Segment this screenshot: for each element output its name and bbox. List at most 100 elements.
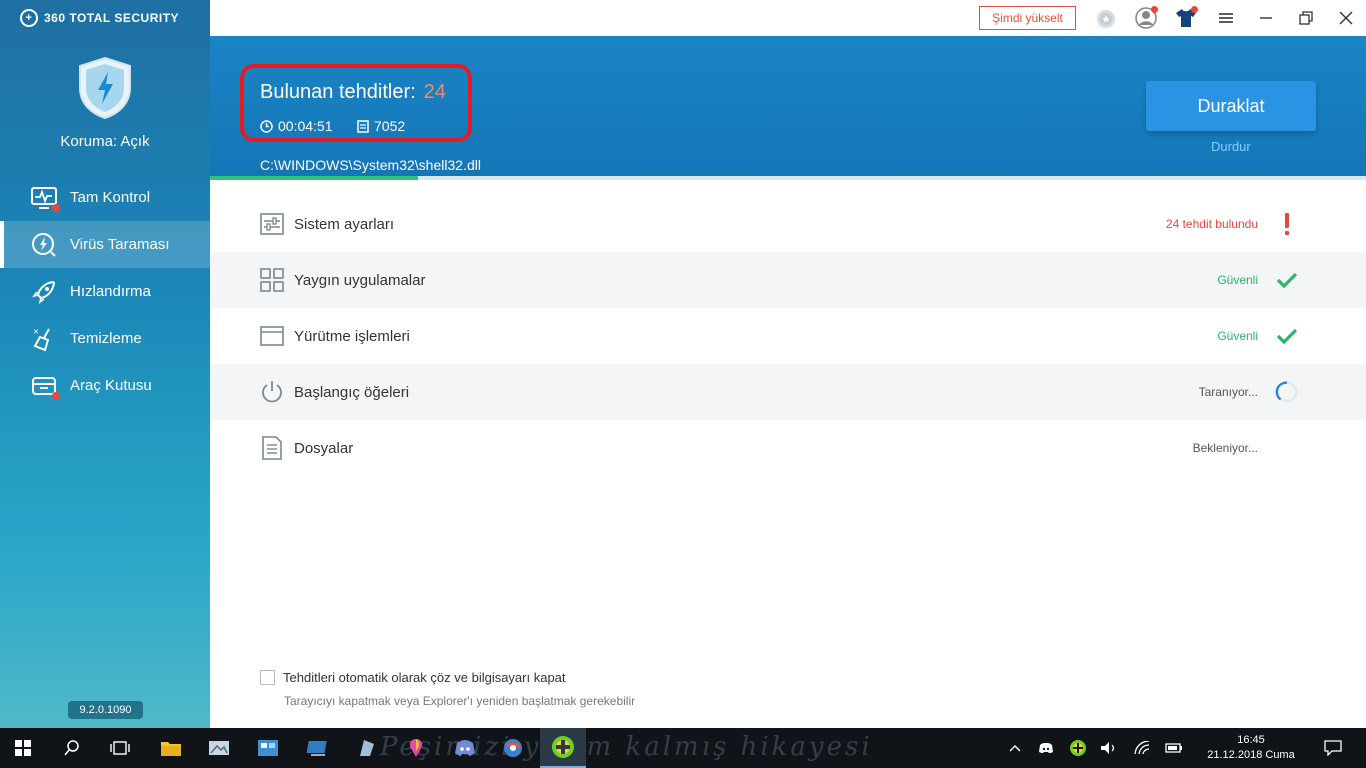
menu-icon[interactable] bbox=[1211, 6, 1241, 30]
taskbar: Peşimizi yarım kalmış hikayesi 16:45 21.… bbox=[0, 728, 1366, 768]
shirt-icon[interactable] bbox=[1174, 6, 1198, 30]
window-icon bbox=[260, 326, 284, 346]
chevron-up-icon[interactable] bbox=[1002, 728, 1028, 768]
svg-text:✕: ✕ bbox=[33, 329, 39, 336]
scan-item-label: Başlangıç öğeleri bbox=[294, 383, 410, 401]
files-scanned-value: 7052 bbox=[374, 118, 406, 134]
sidebar-item-virus-scan[interactable]: Virüs Taraması bbox=[0, 221, 210, 268]
battery-icon[interactable] bbox=[1161, 728, 1187, 768]
remote-desktop-icon[interactable] bbox=[295, 728, 341, 768]
notification-dot bbox=[52, 203, 60, 212]
bolt-circle-icon bbox=[30, 231, 58, 259]
sidebar-item-toolbox[interactable]: Araç Kutusu bbox=[0, 362, 210, 409]
power-icon bbox=[262, 381, 282, 403]
sidebar-item-full-check[interactable]: Tam Kontrol bbox=[0, 174, 210, 221]
brand-logo-icon: + bbox=[20, 9, 38, 27]
threats-found: Bulunan tehditler: 24 bbox=[260, 81, 446, 104]
windows-start-icon[interactable] bbox=[0, 728, 46, 768]
sidebar-item-label: Tam Kontrol bbox=[70, 189, 151, 206]
discord-icon[interactable] bbox=[442, 728, 488, 768]
pen-tool-icon[interactable] bbox=[344, 728, 390, 768]
restore-icon[interactable] bbox=[1291, 6, 1321, 30]
scan-progress-bar bbox=[210, 176, 1366, 180]
scan-item-status: Bekleniyor... bbox=[1192, 441, 1258, 455]
scan-item-common-apps[interactable]: Yaygın uygulamalar Güvenli bbox=[210, 252, 1366, 308]
elapsed-value: 00:04:51 bbox=[278, 118, 333, 134]
scan-item-status: Güvenli bbox=[1217, 329, 1258, 343]
elapsed-time: 00:04:51 bbox=[260, 118, 333, 134]
document-icon bbox=[262, 436, 282, 460]
clock-time: 16:45 bbox=[1237, 734, 1265, 746]
shield-icon bbox=[79, 56, 131, 120]
scan-item-status: 24 tehdit bulundu bbox=[1165, 217, 1258, 231]
monitor-pulse-icon bbox=[30, 184, 60, 212]
clock-date: 21.12.2018 Cuma bbox=[1207, 749, 1295, 761]
scan-item-label: Dosyalar bbox=[294, 439, 354, 457]
control-panel-icon[interactable] bbox=[245, 728, 291, 768]
auto-fix-option[interactable]: Tehditleri otomatik olarak çöz ve bilgis… bbox=[260, 670, 566, 685]
auto-fix-checkbox[interactable] bbox=[260, 670, 275, 685]
title-bar: Şimdi yükselt bbox=[210, 0, 1366, 36]
checkmark-icon bbox=[1275, 324, 1299, 348]
task-view-icon[interactable] bbox=[97, 728, 143, 768]
notification-dot bbox=[1191, 6, 1198, 13]
search-icon[interactable] bbox=[49, 728, 95, 768]
sidebar-item-label: Temizleme bbox=[70, 330, 142, 347]
scan-item-label: Sistem ayarları bbox=[294, 215, 395, 233]
sidebar-nav: Tam Kontrol Virüs Taraması Hızlandırma ✕… bbox=[0, 174, 210, 409]
sidebar-item-label: Araç Kutusu bbox=[70, 377, 152, 394]
notification-dot bbox=[1151, 6, 1158, 13]
broom-icon: ✕ bbox=[30, 325, 58, 353]
file-explorer-icon[interactable] bbox=[148, 728, 194, 768]
system-clock[interactable]: 16:45 21.12.2018 Cuma bbox=[1201, 733, 1301, 763]
minimize-icon[interactable] bbox=[1251, 6, 1281, 30]
scan-item-status: Güvenli bbox=[1217, 273, 1258, 287]
wifi-icon[interactable] bbox=[1129, 728, 1155, 768]
stop-link[interactable]: Durdur bbox=[1211, 139, 1251, 154]
sidebar-item-speedup[interactable]: Hızlandırma bbox=[0, 268, 210, 315]
sidebar-item-cleanup[interactable]: ✕ Temizleme bbox=[0, 315, 210, 362]
scan-item-status: Taranıyor... bbox=[1198, 385, 1258, 399]
threats-label: Bulunan tehditler: bbox=[260, 81, 416, 103]
scan-item-startup-items[interactable]: Başlangıç öğeleri Taranıyor... bbox=[210, 364, 1366, 420]
sidebar-item-label: Hızlandırma bbox=[70, 283, 151, 300]
paint-3d-icon[interactable] bbox=[393, 728, 439, 768]
volume-icon[interactable] bbox=[1096, 728, 1122, 768]
toolbox-icon bbox=[30, 372, 60, 400]
rocket-icon bbox=[30, 278, 58, 306]
discord-tray-icon[interactable] bbox=[1033, 728, 1059, 768]
notification-dot bbox=[52, 391, 60, 400]
brand-name: 360 TOTAL SECURITY bbox=[44, 11, 180, 25]
user-icon[interactable] bbox=[1134, 6, 1158, 30]
sliders-icon bbox=[260, 213, 284, 235]
sidebar-item-label: Virüs Taraması bbox=[70, 236, 170, 253]
current-scan-path: C:\WINDOWS\System32\shell32.dll bbox=[260, 157, 481, 173]
clock-icon bbox=[260, 119, 273, 133]
notification-center-icon[interactable] bbox=[1320, 728, 1346, 768]
close-icon[interactable] bbox=[1331, 6, 1361, 30]
scan-item-files[interactable]: Dosyalar Bekleniyor... bbox=[210, 420, 1366, 476]
scan-item-system-settings[interactable]: Sistem ayarları 24 tehdit bulundu bbox=[210, 196, 1366, 252]
360-total-security-taskbar-icon[interactable] bbox=[540, 728, 586, 768]
photos-app-icon[interactable] bbox=[196, 728, 242, 768]
files-scanned: 7052 bbox=[357, 118, 405, 134]
file-icon bbox=[357, 119, 369, 133]
scan-item-running-processes[interactable]: Yürütme işlemleri Güvenli bbox=[210, 308, 1366, 364]
version-badge: 9.2.0.1090 bbox=[68, 701, 143, 719]
upgrade-button[interactable]: Şimdi yükselt bbox=[979, 6, 1076, 30]
scan-header: Bulunan tehditler: 24 00:04:51 7052 C:\WI… bbox=[210, 36, 1366, 176]
protection-status: Koruma: Açık bbox=[60, 133, 150, 150]
checkmark-icon bbox=[1275, 268, 1299, 292]
brand: + 360 TOTAL SECURITY bbox=[20, 8, 179, 28]
grid-icon bbox=[260, 268, 284, 292]
scan-item-label: Yürütme işlemleri bbox=[294, 327, 410, 345]
loading-spinner-icon bbox=[1275, 380, 1299, 404]
browser-icon[interactable] bbox=[490, 728, 536, 768]
pause-button[interactable]: Duraklat bbox=[1146, 81, 1316, 131]
medal-icon[interactable] bbox=[1094, 6, 1118, 30]
warning-icon bbox=[1275, 212, 1299, 236]
sidebar: + 360 TOTAL SECURITY Koruma: Açık Tam Ko… bbox=[0, 0, 210, 728]
360-tray-icon[interactable] bbox=[1065, 728, 1091, 768]
scan-items-list: Sistem ayarları 24 tehdit bulundu Yaygın… bbox=[210, 196, 1366, 476]
auto-fix-label: Tehditleri otomatik olarak çöz ve bilgis… bbox=[283, 670, 566, 685]
